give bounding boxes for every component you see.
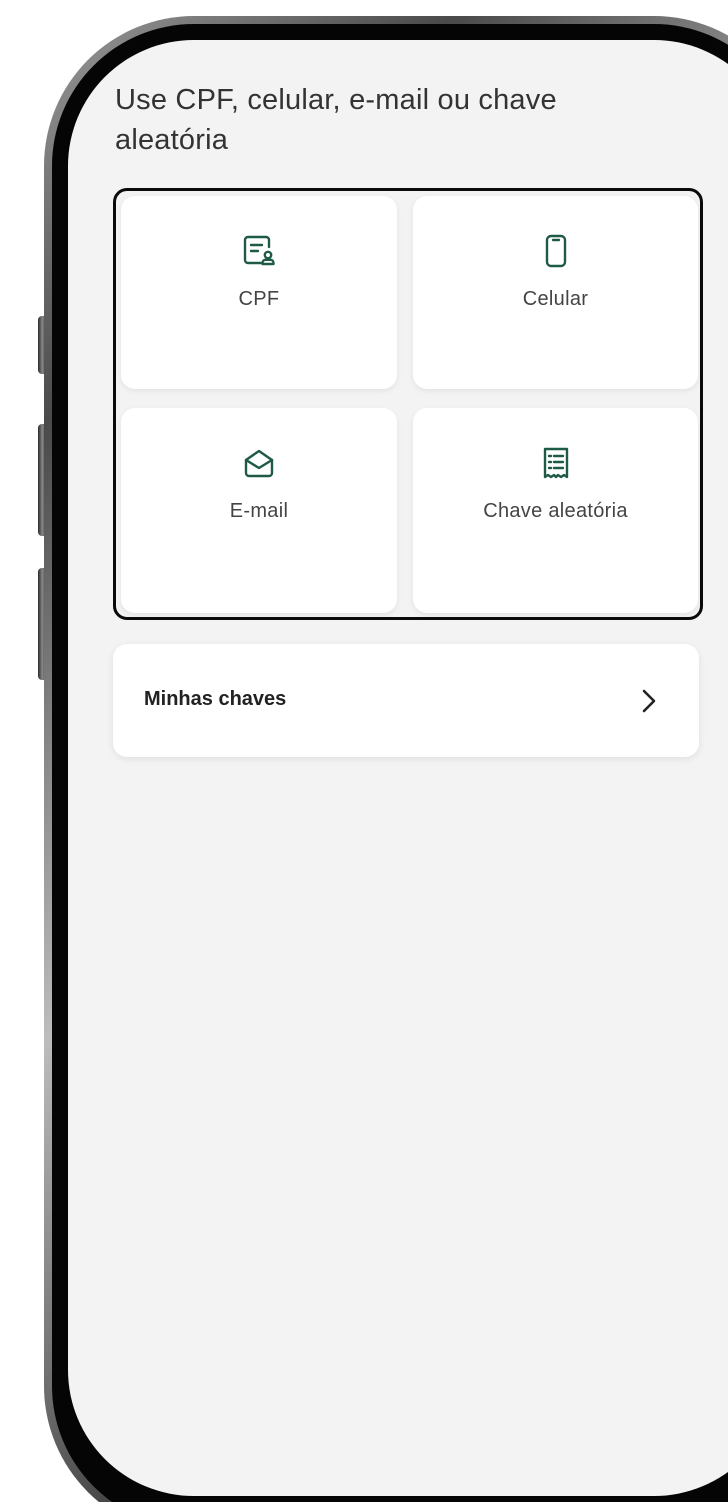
smartphone-icon bbox=[545, 234, 566, 268]
key-type-grid: CPF Celular E-mail Chave aleatória bbox=[113, 188, 703, 620]
key-type-chave-aleatoria[interactable]: Chave aleatória bbox=[413, 408, 698, 613]
phone-screen: Use CPF, celular, e-mail ou chave aleató… bbox=[68, 40, 728, 1496]
chevron-right-icon bbox=[642, 689, 656, 713]
key-type-label: E-mail bbox=[229, 500, 289, 522]
key-type-label: Celular bbox=[522, 288, 589, 310]
key-type-email[interactable]: E-mail bbox=[121, 408, 397, 613]
id-card-icon bbox=[243, 235, 275, 266]
key-type-cpf[interactable]: CPF bbox=[121, 196, 397, 389]
screen-title: Use CPF, celular, e-mail ou chave aleató… bbox=[115, 84, 557, 156]
key-type-label: Chave aleatória bbox=[483, 500, 628, 522]
key-type-label: CPF bbox=[238, 288, 280, 310]
envelope-open-icon bbox=[244, 449, 274, 478]
my-keys-row[interactable]: Minhas chaves bbox=[113, 644, 699, 757]
phone-mockup: Use CPF, celular, e-mail ou chave aleató… bbox=[0, 0, 728, 1502]
key-type-celular[interactable]: Celular bbox=[413, 196, 698, 389]
receipt-list-icon bbox=[543, 447, 568, 479]
my-keys-label: Minhas chaves bbox=[144, 688, 287, 710]
